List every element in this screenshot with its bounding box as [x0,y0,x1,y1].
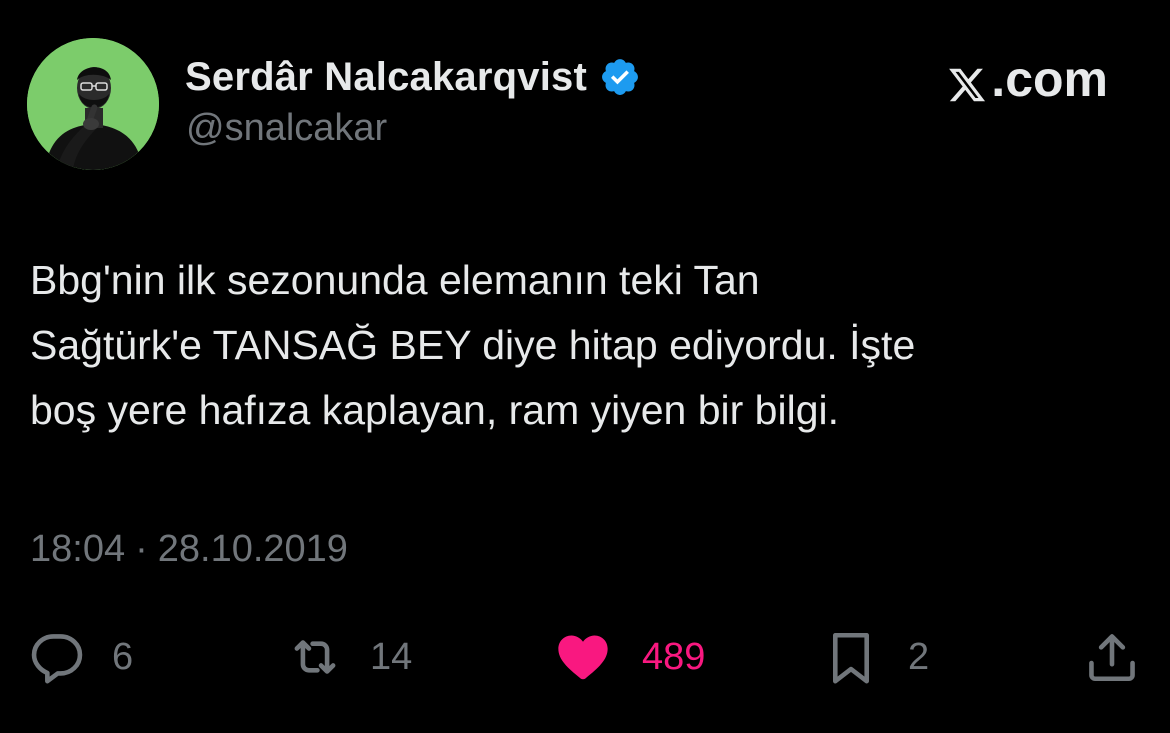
reply-count: 6 [112,635,134,678]
retweet-icon [286,628,344,686]
bookmark-count: 2 [908,635,930,678]
bookmark-button[interactable]: 2 [822,624,929,690]
reply-icon [28,628,86,686]
avatar[interactable] [27,38,159,170]
tweet-timestamp[interactable]: 18:04 · 28.10.2019 [30,528,348,571]
brand-domain-text: .com [991,51,1108,107]
heart-icon [554,628,612,686]
author-handle[interactable]: @snalcakar [186,107,387,150]
reply-button[interactable]: 6 [28,624,133,690]
share-icon [1083,628,1141,686]
x-logo-icon [947,59,987,102]
share-button[interactable] [1083,624,1141,690]
tweet-time: 18:04 [30,528,126,570]
retweet-count: 14 [370,635,413,678]
avatar-image [27,38,159,170]
retweet-button[interactable]: 14 [286,624,412,690]
like-button[interactable]: 489 [554,624,705,690]
tweet-date: 28.10.2019 [157,528,348,570]
brand-logo: .com [947,51,1108,107]
bookmark-icon [822,628,880,686]
timestamp-separator: · [135,528,148,570]
verified-badge-icon [599,56,641,98]
tweet-actions-bar: 6 14 489 2 [0,624,1170,690]
tweet-text: Bbg'nin ilk sezonunda elemanın teki Tan … [30,257,916,433]
author-display-name[interactable]: Serdâr Nalcakarqvist [185,55,587,100]
like-count: 489 [642,635,706,678]
author-name-row: Serdâr Nalcakarqvist [185,52,641,102]
